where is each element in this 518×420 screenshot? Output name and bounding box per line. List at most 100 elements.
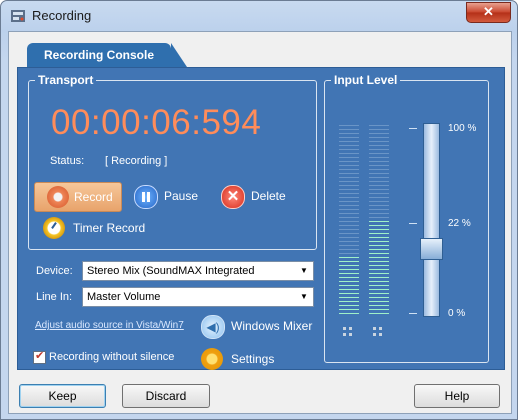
recording-without-silence-label[interactable]: Recording without silence [49,351,174,363]
meter-segment [369,265,389,266]
meter-segment [339,189,359,190]
settings-label: Settings [231,352,275,366]
meter-segment [369,309,389,310]
meter-segment [339,293,359,294]
recording-without-silence-checkbox[interactable] [33,349,46,364]
meter-segment [369,257,389,258]
timer-record-label: Timer Record [73,221,146,235]
meter-segment [339,233,359,234]
pause-label: Pause [164,189,199,203]
meter-segment [369,169,389,170]
meter-segment [339,297,359,298]
meter-segment [369,289,389,290]
record-icon [47,186,69,208]
meter-segment [339,269,359,270]
client-area: Recording Console Transport 00:00:06:594… [8,31,512,414]
meter-segment [339,305,359,306]
meter-segment [369,249,389,250]
left-channel-icon [343,327,355,339]
meter-segment [339,153,359,154]
window-title: Recording [32,8,92,23]
meter-segment [339,149,359,150]
meter-segment [339,165,359,166]
meter-segment [339,161,359,162]
level-label-22: 22 % [448,218,471,229]
meter-segment [369,205,389,206]
meter-segment [369,225,389,226]
meter-segment [369,165,389,166]
meter-segment [339,197,359,198]
title-bar[interactable]: Recording ✕ [1,1,517,31]
meter-segment [369,161,389,162]
adjust-audio-source-link[interactable]: Adjust audio source in Vista/Win7 [35,320,184,331]
discard-button[interactable]: Discard [122,384,210,408]
meter-segment [369,217,389,218]
delete-icon: ✕ [221,185,245,209]
meter-segment [339,209,359,210]
meter-segment [339,173,359,174]
meter-segment [339,169,359,170]
tab-recording-console[interactable]: Recording Console [27,43,187,67]
elapsed-time: 00:00:06:594 [51,103,262,142]
meter-segment [369,233,389,234]
meter-segment [339,257,359,258]
meter-segment [369,185,389,186]
meter-segment [369,145,389,146]
record-button[interactable]: Record [34,182,122,212]
meter-segment [339,253,359,254]
close-button[interactable]: ✕ [466,2,511,23]
meter-segment [369,193,389,194]
chevron-down-icon[interactable]: ▼ [297,289,311,305]
meter-segment [339,125,359,126]
meter-segment [339,133,359,134]
meter-segment [339,313,359,314]
meter-segment [339,137,359,138]
meter-segment [369,269,389,270]
meter-segment [339,129,359,130]
line-in-select[interactable]: Master Volume ▼ [82,287,314,307]
meter-segment [369,305,389,306]
meter-segment [369,213,389,214]
help-button[interactable]: Help [414,384,500,408]
meter-segment [339,245,359,246]
status-value: [ Recording ] [105,155,168,167]
speaker-icon: ◀) [201,315,225,339]
level-label-100: 100 % [448,123,477,134]
device-select[interactable]: Stereo Mix (SoundMAX Integrated ▼ [82,261,314,281]
meter-segment [339,241,359,242]
level-label-0: 0 % [448,308,466,319]
meter-segment [369,237,389,238]
windows-mixer-label: Windows Mixer [231,319,313,333]
meter-segment [369,125,389,126]
meter-segment [339,185,359,186]
meter-segment [369,181,389,182]
input-level-title: Input Level [331,73,401,87]
record-label: Record [74,190,113,204]
meter-segment [339,277,359,278]
meter-segment [339,213,359,214]
meter-segment [369,173,389,174]
meter-segment [339,205,359,206]
meter-segment [369,149,389,150]
meter-segment [369,285,389,286]
meter-segment [339,229,359,230]
meter-segment [339,141,359,142]
meter-segment [369,261,389,262]
meter-segment [369,209,389,210]
pause-icon [134,185,158,209]
meter-segment [339,281,359,282]
meter-segment [339,221,359,222]
status-label: Status: [50,155,85,167]
meter-segment [369,301,389,302]
chevron-down-icon[interactable]: ▼ [297,263,311,279]
meter-segment [339,237,359,238]
input-level-slider-thumb[interactable] [420,238,443,260]
meter-segment [339,301,359,302]
keep-button[interactable]: Keep [19,384,106,408]
meter-segment [339,309,359,310]
device-value: Stereo Mix (SoundMAX Integrated [87,265,255,277]
meter-segment [369,253,389,254]
meter-segment [369,221,389,222]
meter-segment [369,129,389,130]
input-level-slider-track[interactable] [423,123,440,317]
